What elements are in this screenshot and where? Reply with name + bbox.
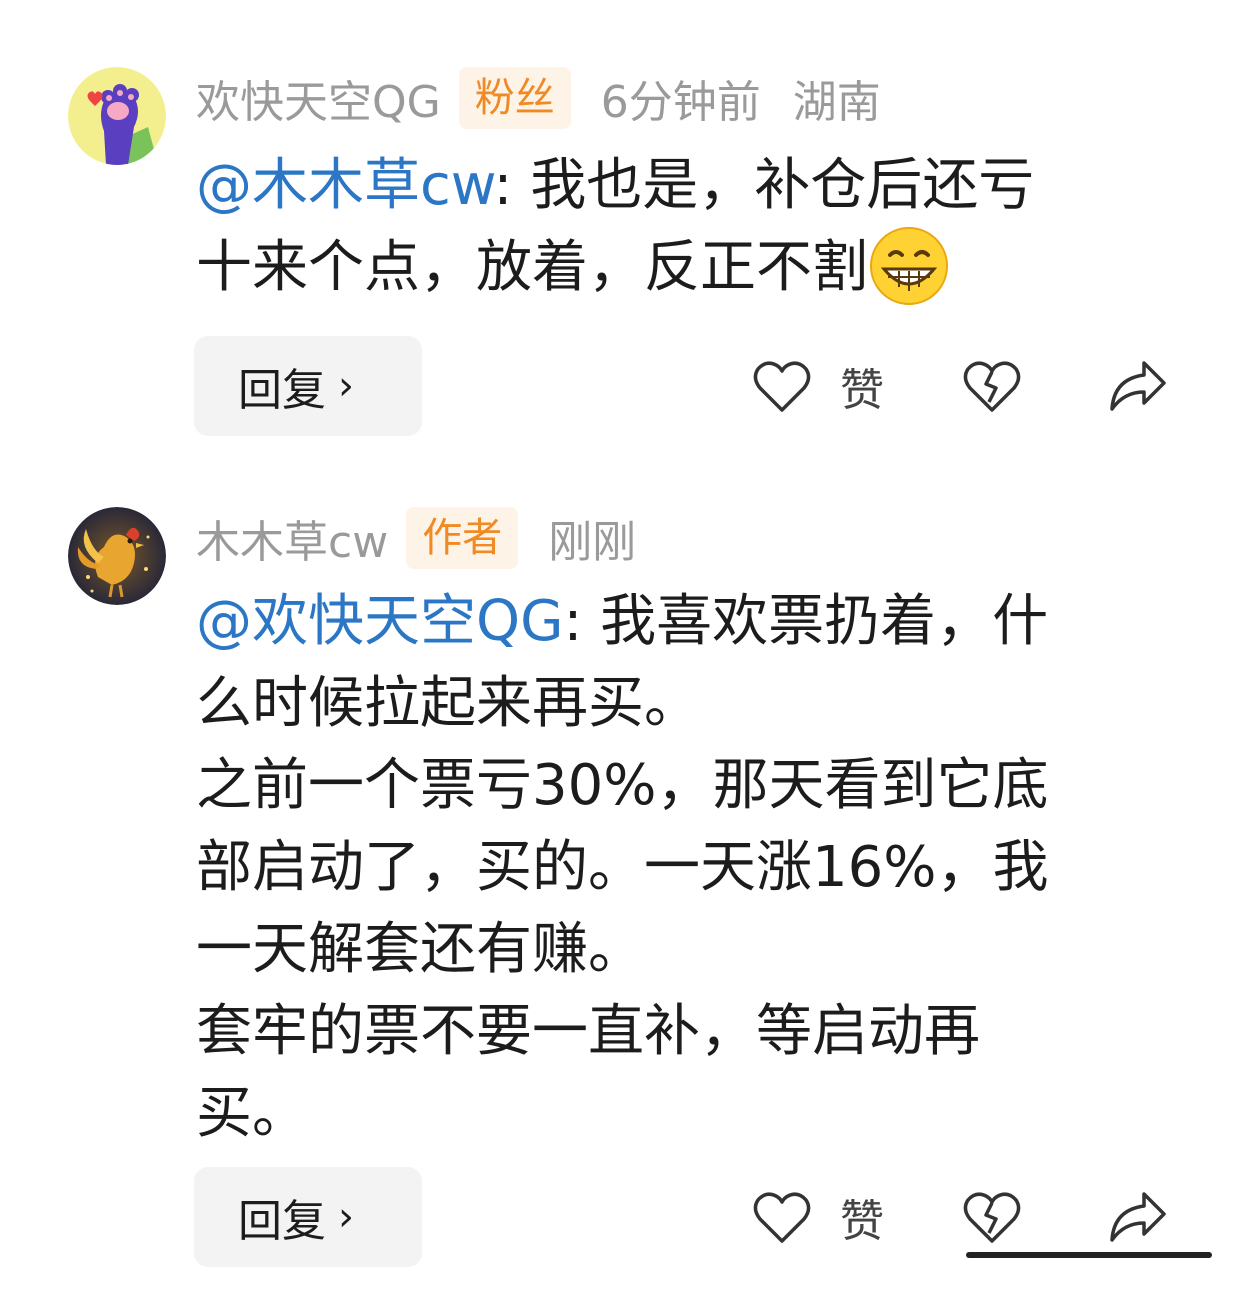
comment-line: @木木草cw: 我也是，补仓后还亏: [196, 153, 1035, 218]
like-button[interactable]: 赞: [752, 356, 884, 416]
comment-meta: 木木草cw 作者 刚刚: [196, 507, 636, 569]
comment-meta: 欢快天空QG 粉丝 6分钟前 湖南: [196, 67, 881, 129]
comment-line: @欢快天空QG: 我喜欢票扔着，什: [196, 589, 1049, 654]
heart-icon: [753, 361, 811, 412]
share-icon: [1110, 361, 1166, 411]
chevron-right-icon: ›: [338, 1194, 354, 1240]
heart-icon: [753, 1192, 811, 1243]
comment-line: 套牢的票不要一直补，等启动再: [196, 999, 980, 1064]
paw-avatar-icon: [68, 67, 166, 165]
reply-button[interactable]: 回复 ›: [194, 1167, 422, 1267]
share-button[interactable]: [1106, 1187, 1168, 1247]
mention-link[interactable]: @木木草cw: [196, 153, 494, 218]
comment-line: 部启动了，买的。一天涨16%，我: [196, 835, 1049, 900]
comment-line: 么时候拉起来再买。: [196, 671, 700, 736]
mention-link[interactable]: @欢快天空QG: [196, 589, 563, 654]
broken-heart-icon: [963, 361, 1021, 412]
username[interactable]: 欢快天空QG: [196, 66, 441, 130]
like-button[interactable]: 赞: [752, 1187, 884, 1247]
username[interactable]: 木木草cw: [196, 506, 388, 570]
comment-line: 之前一个票亏30%，那天看到它底: [196, 753, 1049, 818]
timestamp: 6分钟前: [600, 77, 761, 128]
share-button[interactable]: [1106, 356, 1168, 416]
home-indicator[interactable]: [966, 1252, 1212, 1258]
golden-rooster-avatar-icon: [68, 507, 166, 605]
dislike-button[interactable]: [962, 1187, 1022, 1247]
comment-body: @欢快天空QG: 我喜欢票扔着，什 么时候拉起来再买。 之前一个票亏30%，那天…: [196, 581, 1156, 1155]
comment-line: 一天解套还有赚。: [196, 917, 644, 982]
fan-badge: 粉丝: [458, 67, 571, 129]
reply-button[interactable]: 回复 ›: [194, 336, 422, 436]
grinning-face-emoji-icon: [868, 225, 950, 307]
chevron-right-icon: ›: [338, 363, 354, 409]
avatar[interactable]: [68, 507, 166, 605]
dislike-button[interactable]: [962, 356, 1022, 416]
comment-line: 十来个点，放着，反正不割: [196, 225, 1156, 309]
timestamp: 刚刚: [548, 517, 637, 568]
comment-actions: 回复 › 赞: [0, 336, 1238, 436]
author-badge: 作者: [406, 507, 519, 569]
share-icon: [1110, 1192, 1166, 1242]
comment-line: 买。: [196, 1081, 308, 1146]
broken-heart-icon: [963, 1192, 1021, 1243]
region-label: 湖南: [792, 77, 881, 128]
comment-body: @木木草cw: 我也是，补仓后还亏 十来个点，放着，反正不割: [196, 145, 1156, 309]
avatar[interactable]: [68, 67, 166, 165]
